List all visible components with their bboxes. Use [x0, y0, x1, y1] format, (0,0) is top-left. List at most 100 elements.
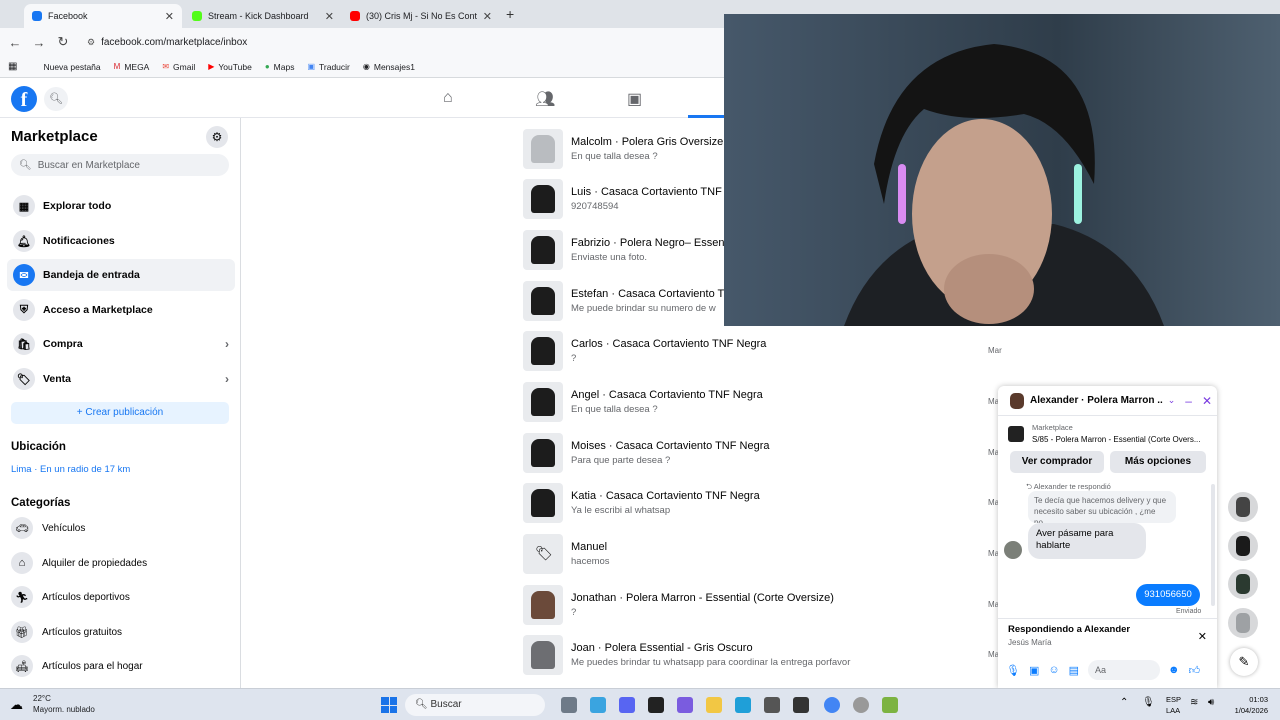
chrome-icon[interactable]	[824, 697, 840, 713]
wifi-icon[interactable]: ≋	[1190, 697, 1198, 708]
more-options-button[interactable]: Más opciones	[1110, 451, 1206, 473]
edge-icon[interactable]	[735, 697, 751, 713]
weather-temp[interactable]: 22°C	[33, 694, 51, 703]
category-deportivos[interactable]: 🏃︎ Artículos deportivos	[7, 582, 130, 612]
quoted-message[interactable]: Te decía que hacemos delivery y que nece…	[1028, 491, 1176, 523]
weather-cloud-icon[interactable]: ☁	[10, 697, 23, 713]
sticker-icon[interactable]: ☺	[1048, 664, 1059, 676]
tab-youtube[interactable]: (30) Cris Mj - Si No Es Contigo ✕	[342, 4, 500, 28]
back-icon[interactable]: ←	[3, 35, 27, 50]
category-vehiculos[interactable]: 🚗︎ Vehículos	[7, 513, 85, 543]
category-alquiler[interactable]: ⌂ Alquiler de propiedades	[7, 548, 147, 578]
category-gratuitos[interactable]: 🎁︎ Artículos gratuitos	[7, 617, 122, 647]
sidebar-item-bandeja[interactable]: ✉ Bandeja de entrada	[7, 259, 235, 291]
list-item[interactable]: Manuel hacemos	[523, 533, 983, 575]
close-tab-icon[interactable]: ✕	[325, 10, 334, 23]
forward-icon[interactable]: →	[27, 35, 51, 50]
gear-icon[interactable]: ⚙	[206, 126, 228, 148]
url-field[interactable]: ⚙ facebook.com/marketplace/inbox	[87, 37, 247, 48]
obs-icon[interactable]	[793, 697, 809, 713]
weather-desc[interactable]: Mayorm. nublado	[33, 705, 95, 714]
app-icon[interactable]	[882, 697, 898, 713]
sidebar-item-compra[interactable]: 🛍︎ Compra ›	[7, 328, 235, 360]
bookmark-mega[interactable]: M MEGA	[114, 62, 150, 72]
context-item[interactable]: S/85 - Polera Marron - Essential (Corte …	[1032, 435, 1210, 444]
start-windows-icon[interactable]	[381, 697, 397, 713]
scrollbar[interactable]	[1211, 484, 1215, 606]
close-icon[interactable]: ✕	[1202, 394, 1212, 408]
site-info-icon[interactable]: ⚙	[87, 37, 95, 48]
tiktok-icon[interactable]	[648, 697, 664, 713]
microphone-icon[interactable]: 🎙︎	[1142, 697, 1155, 708]
chat-header[interactable]: Alexander · Polera Marron ... ⌄ – ✕	[998, 386, 1217, 416]
cancel-reply-icon[interactable]: ✕	[1198, 630, 1207, 643]
list-item[interactable]: Joan · Polera Essential - Gris Oscuro Me …	[523, 634, 983, 676]
chevron-up-icon[interactable]: ⌃	[1120, 697, 1128, 708]
close-tab-icon[interactable]: ✕	[165, 10, 174, 23]
thumbs-up-icon[interactable]: 👍︎	[1189, 664, 1201, 677]
create-listing-button[interactable]: + Crear publicación	[11, 402, 229, 424]
sidebar-item-acceso[interactable]: ⛨ Acceso a Marketplace	[7, 294, 235, 326]
list-item[interactable]: Jonathan · Polera Marron - Essential (Co…	[523, 584, 983, 626]
list-item[interactable]: Angel · Casaca Cortaviento TNF Negra En q…	[523, 381, 983, 423]
close-tab-icon[interactable]: ✕	[483, 10, 492, 23]
chat-head-avatar[interactable]	[1228, 531, 1258, 561]
sidebar-item-label: Compra	[43, 338, 83, 350]
video-icon[interactable]: ▣	[627, 89, 642, 109]
apps-grid-icon[interactable]: ▦	[8, 61, 17, 72]
category-hogar[interactable]: 🛋︎ Artículos para el hogar	[7, 651, 143, 681]
chevron-down-icon[interactable]: ⌄	[1168, 395, 1176, 406]
view-buyer-button[interactable]: Ver comprador	[1010, 451, 1104, 473]
chat-head-avatar[interactable]	[1228, 492, 1258, 522]
message-input[interactable]: Aa	[1088, 660, 1161, 680]
reload-icon[interactable]: ↻	[51, 34, 75, 50]
sidebar-item-explorar[interactable]: ▦ Explorar todo	[7, 190, 235, 222]
volume-icon[interactable]: 🔊︎	[1208, 697, 1214, 708]
tag-icon: 🏷︎	[13, 368, 35, 390]
app-icon[interactable]	[853, 697, 869, 713]
bookmark-mensajes[interactable]: ◉ Mensajes1	[363, 62, 415, 72]
emoji-icon[interactable]: ☻	[1168, 664, 1180, 676]
facebook-logo-icon[interactable]: f	[11, 86, 37, 112]
minimize-icon[interactable]: –	[1185, 394, 1192, 408]
marketplace-search-input[interactable]: 🔍︎ Buscar en Marketplace	[11, 154, 229, 176]
sidebar-item-notificaciones[interactable]: 🔔︎ Notificaciones	[7, 225, 235, 257]
tab-kick[interactable]: Stream - Kick Dashboard ✕	[184, 4, 342, 28]
bookmark-youtube[interactable]: ▶ YouTube	[208, 62, 252, 72]
chat-head-avatar[interactable]	[1228, 608, 1258, 638]
file-explorer-icon[interactable]	[561, 697, 577, 713]
sidebar-item-venta[interactable]: 🏷︎ Venta ›	[7, 363, 235, 395]
language-indicator[interactable]: ESP	[1166, 695, 1181, 704]
bookmark-maps[interactable]: ● Maps	[265, 62, 295, 72]
outgoing-message[interactable]: 931056650	[1136, 584, 1200, 606]
new-tab-icon[interactable]: +	[506, 6, 514, 22]
chat-title[interactable]: Alexander · Polera Marron ...	[1030, 395, 1163, 406]
bookmark-traducir[interactable]: ▣ Traducir	[307, 62, 349, 72]
bookmark-gmail[interactable]: ✉ Gmail	[162, 62, 195, 72]
copilot-icon[interactable]	[590, 697, 606, 713]
app-icon[interactable]	[677, 697, 693, 713]
list-item[interactable]: Moises · Casaca Cortaviento TNF Negra Par…	[523, 432, 983, 474]
photo-icon[interactable]: ▣	[1029, 664, 1039, 677]
chat-head-avatar[interactable]	[1228, 569, 1258, 599]
divider	[998, 618, 1217, 619]
tab-facebook[interactable]: Facebook ✕	[24, 4, 182, 28]
new-message-icon[interactable]: ✎	[1230, 648, 1258, 676]
microphone-icon[interactable]: 🎙︎	[1006, 664, 1020, 677]
discord-icon[interactable]	[619, 697, 635, 713]
gif-icon[interactable]: ▤	[1069, 664, 1079, 677]
folder-icon[interactable]	[706, 697, 722, 713]
taskbar-search-input[interactable]: 🔍︎ Buscar	[405, 694, 545, 716]
clock-time[interactable]: 01:03	[1230, 695, 1268, 704]
clock-date[interactable]: 1/04/2026	[1220, 706, 1268, 715]
friends-icon[interactable]: 👥︎	[535, 89, 555, 109]
home-icon[interactable]: ⌂	[443, 89, 453, 107]
store-icon[interactable]	[764, 697, 780, 713]
list-item[interactable]: Carlos · Casaca Cortaviento TNF Negra?	[523, 330, 983, 372]
keyboard-layout[interactable]: LAA	[1166, 706, 1180, 715]
list-item[interactable]: Katia · Casaca Cortaviento TNF Negra Ya l…	[523, 482, 983, 524]
search-icon[interactable]: 🔍︎	[44, 87, 68, 111]
location-link[interactable]: Lima · En un radio de 17 km	[11, 464, 130, 475]
bookmark-nueva-pestana[interactable]: Nueva pestaña	[43, 62, 100, 72]
incoming-message[interactable]: Aver pásame para hablarte	[1028, 523, 1146, 559]
